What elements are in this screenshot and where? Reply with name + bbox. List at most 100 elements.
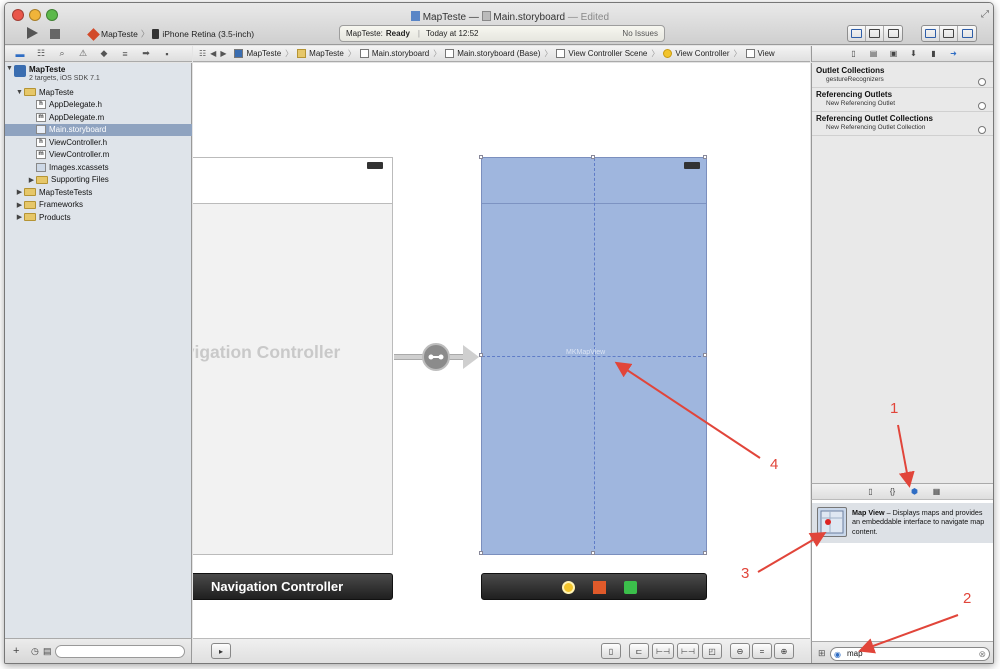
attributes-inspector-icon[interactable]: ⬇: [909, 49, 919, 58]
tree-item-group[interactable]: ▶ Frameworks: [5, 199, 192, 212]
minimize-button[interactable]: [29, 9, 41, 21]
navigation-controller-dock[interactable]: Navigation Controller: [193, 573, 393, 600]
library-filter-field[interactable]: ◉ map ⊗: [830, 647, 990, 661]
align-button[interactable]: ⊏: [629, 643, 649, 659]
connection-row[interactable]: gestureRecognizers: [812, 76, 993, 88]
breadcrumb-group[interactable]: MapTeste: [297, 49, 344, 58]
disclosure-open-icon[interactable]: ▼: [15, 89, 24, 96]
resize-handle[interactable]: [479, 353, 483, 357]
tree-item-group[interactable]: ▶ MapTesteTests: [5, 186, 192, 199]
storyboard-canvas[interactable]: avigation Controller Navigation Controll…: [193, 63, 810, 638]
assistant-editor-button[interactable]: [866, 26, 884, 41]
tree-item-file[interactable]: h ViewController.h: [5, 136, 192, 149]
connection-well-icon[interactable]: [978, 126, 986, 134]
resize-handle[interactable]: [479, 551, 483, 555]
disclosure-closed-icon[interactable]: ▶: [15, 188, 24, 196]
forward-icon[interactable]: ▶: [220, 49, 226, 58]
tree-item-file[interactable]: m AppDelegate.m: [5, 111, 192, 124]
device-icon: [152, 29, 160, 39]
code-snippet-library-icon[interactable]: {}: [888, 487, 898, 496]
scm-status-icon[interactable]: ▤: [43, 646, 52, 657]
toggle-utilities-button[interactable]: [958, 26, 976, 41]
stop-button[interactable]: [50, 29, 60, 39]
zoom-out-button[interactable]: ⊖: [730, 643, 750, 659]
zoom-actual-button[interactable]: =: [752, 643, 772, 659]
toggle-navigator-button[interactable]: [922, 26, 940, 41]
resizing-behavior-button[interactable]: ◰: [702, 643, 722, 659]
connection-row[interactable]: New Referencing Outlet: [812, 100, 993, 112]
view-controller-scene[interactable]: MKMapView: [479, 155, 707, 555]
file-template-library-icon[interactable]: ▯: [866, 487, 876, 496]
fullscreen-icon[interactable]: ⤢: [981, 9, 989, 20]
resize-handle[interactable]: [703, 353, 707, 357]
zoom-in-button[interactable]: ⊕: [774, 643, 794, 659]
view-controller-icon[interactable]: [562, 581, 575, 594]
disclosure-closed-icon[interactable]: ▶: [27, 176, 36, 184]
tree-item-group[interactable]: ▼ MapTeste: [5, 86, 192, 99]
log-icon[interactable]: ▪: [162, 49, 172, 59]
tree-item-group[interactable]: ▶ Supporting Files: [5, 174, 192, 187]
pin-button[interactable]: ⊢⊣: [652, 643, 674, 659]
test-icon[interactable]: ◆: [99, 48, 109, 59]
resize-handle[interactable]: [479, 155, 483, 159]
search-icon[interactable]: ⌕: [57, 48, 67, 59]
file-inspector-icon[interactable]: ▯: [849, 49, 859, 58]
object-library-icon[interactable]: ⬢: [910, 487, 920, 496]
size-inspector-icon[interactable]: ▮: [929, 49, 939, 58]
grid-view-icon[interactable]: ⊞: [818, 648, 826, 659]
run-button[interactable]: [25, 26, 39, 40]
breadcrumb-view[interactable]: View: [745, 49, 775, 58]
breadcrumb-project[interactable]: MapTeste: [234, 49, 281, 58]
related-items-icon[interactable]: ☷: [199, 49, 206, 58]
library-item-map-view[interactable]: Map View – Displays maps and provides an…: [812, 503, 993, 543]
navigator-filter-field[interactable]: [55, 645, 185, 658]
breadcrumb-view-controller[interactable]: View Controller: [663, 49, 730, 58]
debug-icon[interactable]: ≡: [120, 49, 130, 59]
resize-handle[interactable]: [591, 155, 595, 159]
project-navigator-icon[interactable]: ▬: [15, 49, 25, 59]
disclosure-closed-icon[interactable]: ▶: [15, 201, 24, 209]
connection-well-icon[interactable]: [978, 78, 986, 86]
symbol-navigator-icon[interactable]: ☷: [36, 48, 46, 59]
quick-help-icon[interactable]: ▤: [869, 49, 879, 58]
zoom-button[interactable]: [46, 9, 58, 21]
close-button[interactable]: [12, 9, 24, 21]
warning-icon[interactable]: ⚠: [78, 48, 88, 59]
scheme-selector[interactable]: MapTeste 〉 iPhone Retina (3.5-inch): [87, 27, 254, 41]
tree-item-file[interactable]: m ViewController.m: [5, 149, 192, 162]
relationship-segue-icon[interactable]: [422, 343, 450, 371]
document-outline-button[interactable]: ▸: [211, 643, 231, 659]
resize-handle[interactable]: [703, 551, 707, 555]
resize-handle[interactable]: [703, 155, 707, 159]
resize-handle[interactable]: [591, 551, 595, 555]
ios-size-button[interactable]: ▯: [601, 643, 621, 659]
tree-item-group[interactable]: ▶ Products: [5, 211, 192, 224]
tree-item-project[interactable]: ▼ MapTeste 2 targets, iOS SDK 7.1: [5, 65, 192, 87]
recent-files-icon[interactable]: ◷: [31, 646, 39, 657]
first-responder-icon[interactable]: [593, 581, 606, 594]
breadcrumb-localization[interactable]: Main.storyboard (Base): [445, 49, 540, 58]
tree-item-file[interactable]: h AppDelegate.h: [5, 99, 192, 112]
connection-well-icon[interactable]: [978, 102, 986, 110]
tree-item-file-selected[interactable]: Main.storyboard: [5, 123, 192, 136]
back-icon[interactable]: ◀: [210, 49, 216, 58]
identity-inspector-icon[interactable]: ▣: [889, 49, 899, 58]
disclosure-closed-icon[interactable]: ▶: [15, 213, 24, 221]
connections-inspector-icon[interactable]: ➜: [949, 49, 959, 58]
breadcrumb-scene[interactable]: View Controller Scene: [556, 49, 647, 58]
tree-item-file[interactable]: Images.xcassets: [5, 161, 192, 174]
exit-icon[interactable]: [624, 581, 637, 594]
toggle-debug-area-button[interactable]: [940, 26, 958, 41]
add-icon[interactable]: +: [13, 645, 19, 657]
connection-row[interactable]: New Referencing Outlet Collection: [812, 124, 993, 136]
standard-editor-button[interactable]: [848, 26, 866, 41]
breadcrumb-file[interactable]: Main.storyboard: [359, 49, 429, 58]
media-library-icon[interactable]: ▦: [932, 487, 942, 496]
view-controller-dock[interactable]: [481, 573, 707, 600]
resolve-autolayout-button[interactable]: ⊢⊣: [677, 643, 699, 659]
clear-icon[interactable]: ⊗: [978, 648, 986, 660]
navigation-controller-scene[interactable]: avigation Controller: [193, 157, 393, 555]
disclosure-open-icon[interactable]: ▼: [5, 65, 14, 72]
breakpoint-icon[interactable]: ➡: [141, 48, 151, 59]
version-editor-button[interactable]: [884, 26, 902, 41]
